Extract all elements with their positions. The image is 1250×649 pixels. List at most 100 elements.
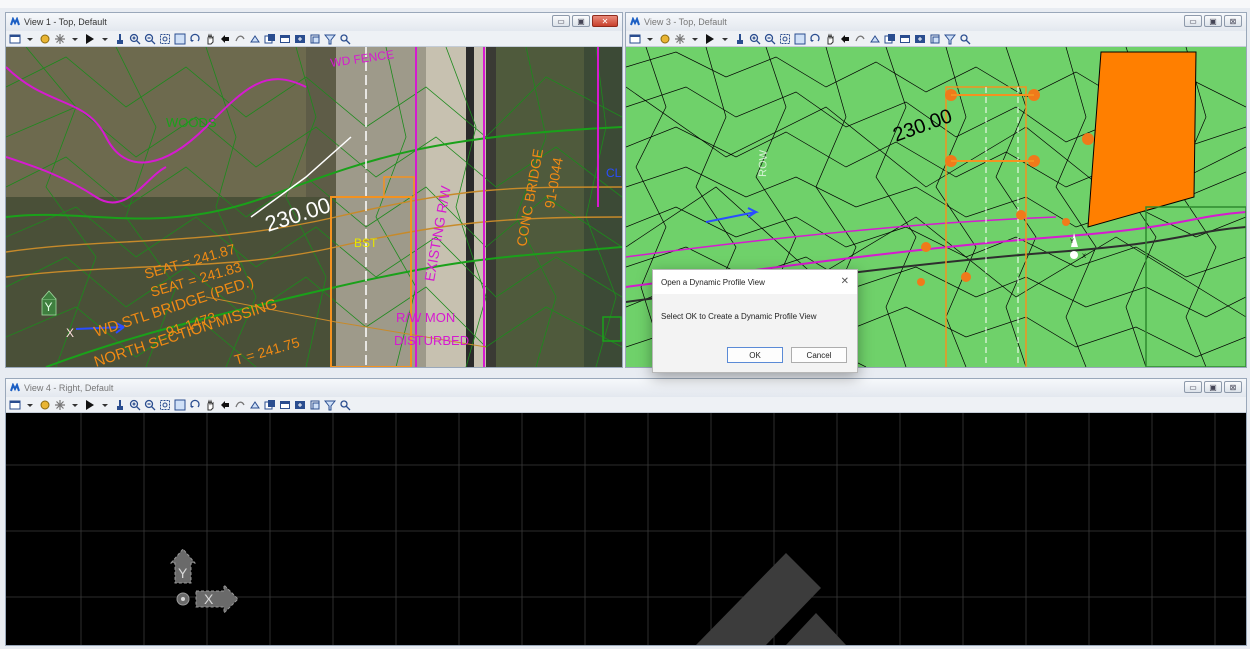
close-button[interactable]: ⊠ bbox=[1224, 381, 1242, 393]
clip-mask-icon[interactable] bbox=[324, 399, 336, 411]
view-3-toolbar bbox=[626, 31, 1246, 47]
rotate-icon[interactable] bbox=[189, 399, 201, 411]
zoom-in-icon[interactable] bbox=[749, 33, 761, 45]
view-1-window[interactable]: View 1 - Top, Default ▭ ▣ ✕ Y X WOODS 23… bbox=[5, 12, 623, 368]
dialog-title: Open a Dynamic Profile View bbox=[661, 277, 765, 287]
select-icon[interactable] bbox=[704, 33, 716, 45]
window-area-icon[interactable] bbox=[159, 399, 171, 411]
dropdown-icon[interactable] bbox=[69, 399, 81, 411]
view-1-titlebar[interactable]: View 1 - Top, Default ▭ ▣ ✕ bbox=[6, 13, 622, 31]
dialog-close-icon[interactable]: ✕ bbox=[841, 276, 849, 287]
dropdown-icon[interactable] bbox=[644, 33, 656, 45]
display-style-icon[interactable] bbox=[39, 33, 51, 45]
dropdown-icon[interactable] bbox=[689, 33, 701, 45]
microstation-icon bbox=[10, 17, 20, 26]
zoom-out-icon[interactable] bbox=[764, 33, 776, 45]
dropdown-icon[interactable] bbox=[719, 33, 731, 45]
display-style-icon[interactable] bbox=[659, 33, 671, 45]
pan-icon[interactable] bbox=[204, 32, 216, 45]
lights-icon[interactable] bbox=[674, 33, 686, 45]
copy-view-icon[interactable] bbox=[264, 399, 276, 411]
view-3-titlebar[interactable]: View 3 - Top, Default ▭ ▣ ⊠ bbox=[626, 13, 1246, 31]
window-area-icon[interactable] bbox=[779, 33, 791, 45]
paint-icon[interactable] bbox=[734, 33, 746, 45]
paint-icon[interactable] bbox=[114, 33, 126, 45]
clip-mask-icon[interactable] bbox=[944, 33, 956, 45]
apply-view-icon[interactable] bbox=[339, 33, 351, 45]
view-attributes-icon[interactable] bbox=[629, 33, 641, 45]
zoom-in-icon[interactable] bbox=[129, 399, 141, 411]
rotate-icon[interactable] bbox=[809, 33, 821, 45]
view-next-icon[interactable] bbox=[234, 33, 246, 45]
minimize-button[interactable]: ▭ bbox=[1184, 15, 1202, 27]
svg-text:ROW: ROW bbox=[757, 149, 770, 177]
top-strip bbox=[0, 0, 1250, 8]
clip-volume-icon[interactable] bbox=[309, 399, 321, 411]
walk-icon[interactable] bbox=[249, 399, 261, 411]
close-button[interactable]: ⊠ bbox=[1224, 15, 1242, 27]
lights-icon[interactable] bbox=[54, 33, 66, 45]
view-4-window[interactable]: View 4 - Right, Default ▭ ▣ ⊠ Y X bbox=[5, 378, 1247, 646]
minimize-button[interactable]: ▭ bbox=[552, 15, 570, 27]
view-3-title: View 3 - Top, Default bbox=[644, 17, 727, 27]
minimize-button[interactable]: ▭ bbox=[1184, 381, 1202, 393]
clip-volume-icon[interactable] bbox=[309, 33, 321, 45]
zoom-out-icon[interactable] bbox=[144, 33, 156, 45]
view-previous-icon[interactable] bbox=[219, 33, 231, 45]
rotate-icon[interactable] bbox=[189, 33, 201, 45]
dropdown-icon[interactable] bbox=[99, 33, 111, 45]
svg-text:X: X bbox=[1082, 254, 1086, 260]
dropdown-icon[interactable] bbox=[69, 33, 81, 45]
walk-icon[interactable] bbox=[249, 33, 261, 45]
view-previous-icon[interactable] bbox=[219, 399, 231, 411]
svg-text:R/W MON: R/W MON bbox=[396, 310, 455, 325]
camera-icon[interactable] bbox=[294, 399, 306, 411]
svg-text:Y: Y bbox=[1070, 239, 1074, 245]
zoom-in-icon[interactable] bbox=[129, 33, 141, 45]
zoom-out-icon[interactable] bbox=[144, 399, 156, 411]
camera-icon[interactable] bbox=[294, 33, 306, 45]
view-next-icon[interactable] bbox=[234, 399, 246, 411]
dropdown-icon[interactable] bbox=[24, 33, 36, 45]
view-4-titlebar[interactable]: View 4 - Right, Default ▭ ▣ ⊠ bbox=[6, 379, 1246, 397]
view-1-canvas[interactable]: Y X WOODS 230.00 SEAT = 241.87 SEAT = 24… bbox=[6, 47, 622, 367]
fit-view-icon[interactable] bbox=[174, 399, 186, 411]
view-previous-icon[interactable] bbox=[839, 33, 851, 45]
standard-views-icon[interactable] bbox=[279, 399, 291, 411]
walk-icon[interactable] bbox=[869, 33, 881, 45]
camera-icon[interactable] bbox=[914, 33, 926, 45]
apply-view-icon[interactable] bbox=[339, 399, 351, 411]
view-attributes-icon[interactable] bbox=[9, 33, 21, 45]
pan-icon[interactable] bbox=[824, 32, 836, 45]
display-style-icon[interactable] bbox=[39, 399, 51, 411]
lights-icon[interactable] bbox=[54, 399, 66, 411]
select-icon[interactable] bbox=[84, 33, 96, 45]
copy-view-icon[interactable] bbox=[264, 33, 276, 45]
view-4-canvas[interactable]: Y X bbox=[6, 413, 1246, 645]
paint-icon[interactable] bbox=[114, 399, 126, 411]
fit-view-icon[interactable] bbox=[794, 33, 806, 45]
select-icon[interactable] bbox=[84, 399, 96, 411]
fit-view-icon[interactable] bbox=[174, 33, 186, 45]
restore-button[interactable]: ▣ bbox=[1204, 381, 1222, 393]
restore-button[interactable]: ▣ bbox=[1204, 15, 1222, 27]
copy-view-icon[interactable] bbox=[884, 33, 896, 45]
cancel-button[interactable]: Cancel bbox=[791, 347, 847, 363]
view-attributes-icon[interactable] bbox=[9, 399, 21, 411]
restore-button[interactable]: ▣ bbox=[572, 15, 590, 27]
standard-views-icon[interactable] bbox=[279, 33, 291, 45]
close-button[interactable]: ✕ bbox=[592, 15, 618, 27]
dropdown-icon[interactable] bbox=[24, 399, 36, 411]
apply-view-icon[interactable] bbox=[959, 33, 971, 45]
dropdown-icon[interactable] bbox=[99, 399, 111, 411]
window-area-icon[interactable] bbox=[159, 33, 171, 45]
clip-mask-icon[interactable] bbox=[324, 33, 336, 45]
standard-views-icon[interactable] bbox=[899, 33, 911, 45]
view-1-drawing: Y X WOODS 230.00 SEAT = 241.87 SEAT = 24… bbox=[6, 47, 622, 367]
clip-volume-icon[interactable] bbox=[929, 33, 941, 45]
pan-icon[interactable] bbox=[204, 398, 216, 411]
svg-text:X: X bbox=[204, 591, 214, 607]
view-next-icon[interactable] bbox=[854, 33, 866, 45]
dialog-titlebar[interactable]: Open a Dynamic Profile View ✕ bbox=[653, 270, 857, 294]
ok-button[interactable]: OK bbox=[727, 347, 783, 363]
